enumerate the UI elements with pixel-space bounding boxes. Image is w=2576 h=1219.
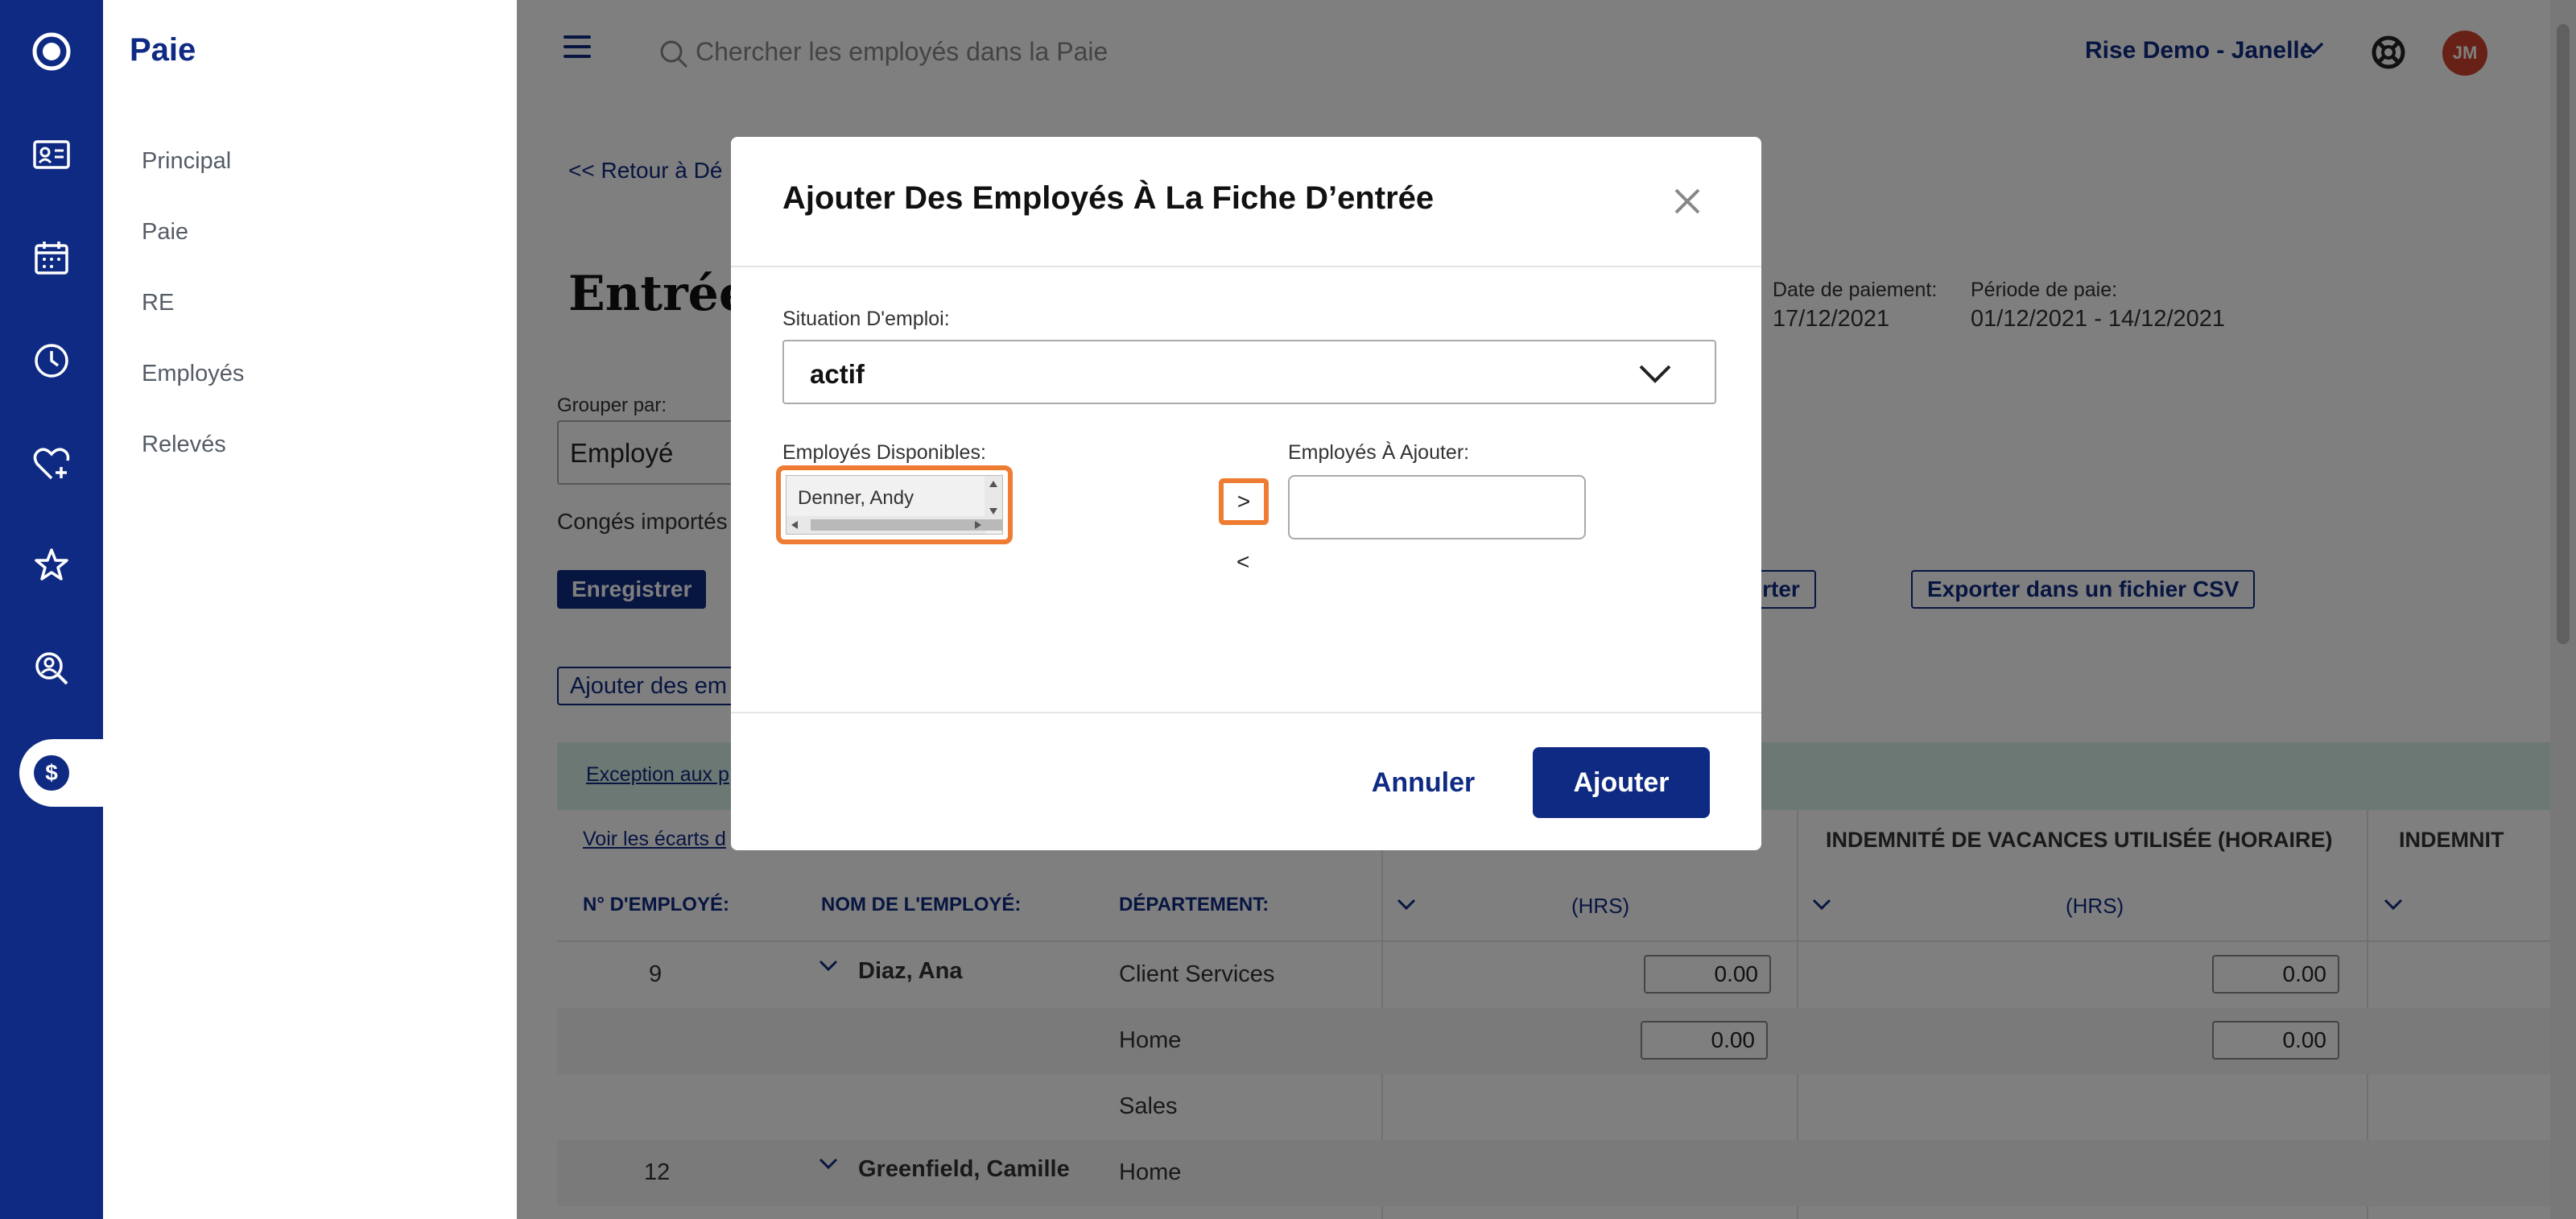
available-employees-list[interactable]: Denner, Andy xyxy=(786,475,1003,535)
rail-item-payroll-active[interactable]: $ xyxy=(19,739,108,807)
dollar-icon: $ xyxy=(34,755,69,791)
calendar-icon[interactable] xyxy=(27,233,76,282)
icon-rail: $ xyxy=(0,0,108,1219)
nav-item-employes[interactable]: Employés xyxy=(142,361,244,387)
list-item[interactable]: Denner, Andy xyxy=(798,487,914,510)
list-vertical-scrollbar[interactable] xyxy=(985,476,1002,519)
logo-icon[interactable] xyxy=(27,27,76,76)
add-employees-dialog: Ajouter Des Employés À La Fiche D’entrée… xyxy=(731,137,1761,850)
person-search-icon[interactable] xyxy=(27,644,76,692)
chevron-down-icon xyxy=(1637,362,1673,389)
clock-icon[interactable] xyxy=(27,337,76,385)
id-card-icon[interactable] xyxy=(27,130,76,179)
dialog-title: Ajouter Des Employés À La Fiche D’entrée xyxy=(782,180,1435,216)
heart-plus-icon[interactable] xyxy=(27,440,76,488)
available-employees-highlight: Denner, Andy xyxy=(776,465,1013,544)
nav-item-re[interactable]: RE xyxy=(142,290,174,316)
divider xyxy=(731,712,1761,713)
list-horizontal-scrollbar[interactable] xyxy=(786,516,1002,534)
nav-title: Paie xyxy=(130,32,196,68)
move-right-label: > xyxy=(1236,489,1251,514)
employees-to-add-label: Employés À Ajouter: xyxy=(1288,441,1470,464)
employment-status-select[interactable]: actif xyxy=(782,340,1716,404)
available-employees-label: Employés Disponibles: xyxy=(782,441,986,464)
move-left-button[interactable]: < xyxy=(1236,549,1249,575)
nav-item-principal[interactable]: Principal xyxy=(142,148,231,175)
move-right-button[interactable]: > xyxy=(1219,478,1269,525)
add-button[interactable]: Ajouter xyxy=(1533,747,1710,818)
employment-status-label: Situation D'emploi: xyxy=(782,308,950,330)
nav-item-paie[interactable]: Paie xyxy=(142,219,188,246)
nav-item-releves[interactable]: Relevés xyxy=(142,432,226,458)
employment-status-value: actif xyxy=(810,359,865,389)
divider xyxy=(731,266,1761,267)
secondary-nav: Paie Principal Paie RE Employés Relevés xyxy=(103,0,517,1219)
close-icon[interactable] xyxy=(1668,182,1707,221)
star-icon[interactable] xyxy=(27,541,76,589)
cancel-button[interactable]: Annuler xyxy=(1294,747,1552,818)
employees-to-add-list[interactable] xyxy=(1288,475,1586,539)
